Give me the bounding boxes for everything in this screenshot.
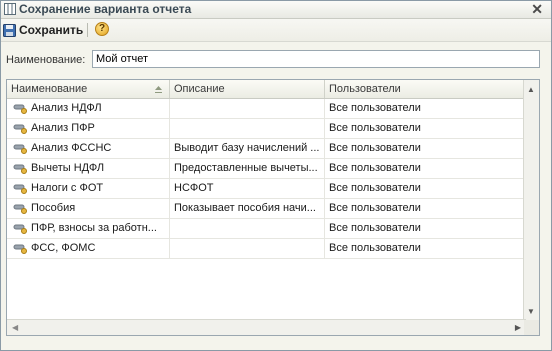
row-users: Все пользователи <box>329 182 421 194</box>
name-label: Наименование: <box>6 54 86 66</box>
table-row[interactable]: ФСС, ФОМС Все пользователи <box>7 239 525 259</box>
row-name: Пособия <box>7 199 170 218</box>
sort-icon[interactable] <box>154 85 163 94</box>
table-header: Наименование Описание Пользователи <box>7 80 525 99</box>
row-users: Все пользователи <box>329 162 421 174</box>
row-name: Анализ ПФР <box>7 119 170 138</box>
table-row[interactable]: Налоги с ФОТ НСФОТ Все пользователи <box>7 179 525 199</box>
row-description: НСФОТ <box>170 179 325 198</box>
variants-table: Наименование Описание Пользователи Анали… <box>6 79 540 336</box>
table-row[interactable]: Анализ ПФР Все пользователи <box>7 119 525 139</box>
row-users: Все пользователи <box>329 122 421 134</box>
row-users: Все пользователи <box>329 142 421 154</box>
close-icon[interactable]: ✕ <box>531 1 543 18</box>
table-row[interactable]: Анализ НДФЛ Все пользователи <box>7 99 525 119</box>
column-header-description[interactable]: Описание <box>170 80 325 98</box>
row-users: Все пользователи <box>329 222 421 234</box>
save-button[interactable]: Сохранить <box>3 21 83 39</box>
column-header-name[interactable]: Наименование <box>7 80 170 98</box>
table-row[interactable]: Вычеты НДФЛ Предоставленные вычеты... Вс… <box>7 159 525 179</box>
table-row[interactable]: Анализ ФССНС Выводит базу начислений ...… <box>7 139 525 159</box>
row-description <box>170 219 325 238</box>
save-button-label: Сохранить <box>19 23 84 37</box>
row-description <box>170 99 325 118</box>
title-bar[interactable]: Сохранение варианта отчета ✕ <box>1 1 551 19</box>
scroll-left-icon[interactable]: ◀ <box>12 323 18 332</box>
toolbar: Сохранить ? <box>1 19 551 42</box>
row-name: Вычеты НДФЛ <box>7 159 170 178</box>
row-description <box>170 239 325 258</box>
vertical-scrollbar[interactable]: ▲ ▼ <box>523 80 539 320</box>
scroll-down-icon[interactable]: ▼ <box>527 307 535 316</box>
table-row[interactable]: ПФР, взносы за работн... Все пользовател… <box>7 219 525 239</box>
row-name: ФСС, ФОМС <box>7 239 170 258</box>
column-header-users[interactable]: Пользователи <box>325 80 525 98</box>
row-name: Налоги с ФОТ <box>7 179 170 198</box>
row-users: Все пользователи <box>329 242 421 254</box>
row-description: Предоставленные вычеты... <box>170 159 325 178</box>
floppy-disk-icon <box>3 23 16 37</box>
row-name: Анализ ФССНС <box>7 139 170 158</box>
name-input[interactable] <box>92 50 540 68</box>
table-row[interactable]: Пособия Показывает пособия начи... Все п… <box>7 199 525 219</box>
report-window-icon <box>4 3 16 15</box>
row-description: Выводит базу начислений ... <box>170 139 325 158</box>
scrollbar-corner <box>524 320 539 335</box>
row-users: Все пользователи <box>329 202 421 214</box>
help-icon[interactable]: ? <box>95 22 109 36</box>
row-description: Показывает пособия начи... <box>170 199 325 218</box>
toolbar-separator <box>87 23 88 37</box>
scroll-right-icon[interactable]: ▶ <box>515 323 521 332</box>
row-users: Все пользователи <box>329 102 421 114</box>
horizontal-scrollbar[interactable]: ◀ ▶ <box>7 319 526 335</box>
scroll-up-icon[interactable]: ▲ <box>527 85 535 94</box>
save-report-variant-window: Сохранение варианта отчета ✕ Сохранить ?… <box>0 0 552 351</box>
row-name: ПФР, взносы за работн... <box>7 219 170 238</box>
row-name: Анализ НДФЛ <box>7 99 170 118</box>
row-description <box>170 119 325 138</box>
window-title: Сохранение варианта отчета <box>19 2 192 16</box>
table-body: Анализ НДФЛ Все пользователи Анализ ПФР … <box>7 99 525 259</box>
